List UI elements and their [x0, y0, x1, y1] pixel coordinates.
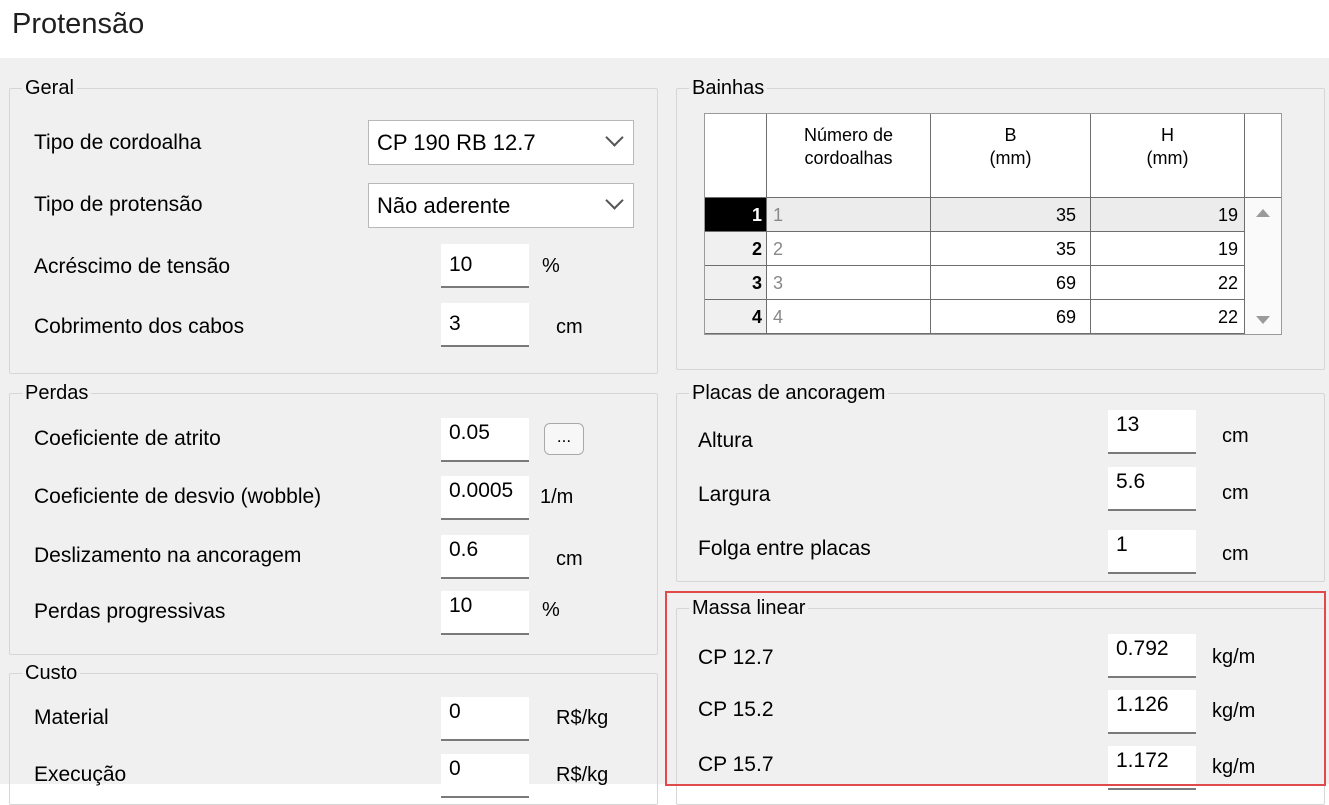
altura-input[interactable]: 13 — [1108, 410, 1196, 454]
execucao-input[interactable]: 0 — [441, 754, 529, 798]
altura-label: Altura — [698, 429, 753, 452]
cobrimento-unit: cm — [556, 316, 583, 338]
table-scrollbar[interactable] — [1245, 198, 1281, 334]
tipo-cordoalha-select[interactable]: CP 190 RB 12.7 — [368, 120, 634, 165]
cobrimento-label: Cobrimento dos cabos — [34, 315, 245, 338]
window-title: Protensão — [12, 8, 145, 40]
folga-label: Folga entre placas — [698, 537, 871, 560]
acrescimo-unit: % — [542, 255, 560, 277]
group-placas-legend: Placas de ancoragem — [689, 381, 889, 405]
cell-b-1[interactable]: 35 — [931, 198, 1091, 232]
execucao-unit: R$/kg — [556, 764, 609, 786]
cp152-unit: kg/m — [1212, 700, 1256, 722]
group-bainhas-legend: Bainhas — [689, 76, 768, 100]
cobrimento-input[interactable]: 3 — [441, 303, 529, 347]
cell-h-3[interactable]: 22 — [1091, 266, 1245, 300]
cell-h-2[interactable]: 19 — [1091, 232, 1245, 266]
cp127-label: CP 12.7 — [698, 646, 774, 669]
deslizamento-unit: cm — [556, 548, 583, 570]
cell-b-3[interactable]: 69 — [931, 266, 1091, 300]
tipo-protensao-label: Tipo de protensão — [34, 193, 203, 216]
cp157-label: CP 15.7 — [698, 753, 774, 776]
atrito-input[interactable]: 0.05 — [441, 418, 529, 462]
largura-label: Largura — [698, 483, 771, 506]
cell-num-1[interactable]: 1 — [767, 198, 931, 232]
cell-num-3[interactable]: 3 — [767, 266, 931, 300]
scroll-up-icon[interactable] — [1256, 209, 1270, 217]
wobble-unit: 1/m — [540, 486, 574, 508]
wobble-label: Coeficiente de desvio (wobble) — [34, 485, 322, 508]
altura-unit: cm — [1222, 425, 1249, 447]
tipo-cordoalha-label: Tipo de cordoalha — [34, 131, 202, 154]
column-header-h-line1: H — [1161, 125, 1174, 145]
cp157-input[interactable]: 1.172 — [1108, 746, 1196, 790]
chevron-down-icon — [605, 191, 624, 210]
progressivas-unit: % — [542, 599, 560, 621]
row-header-4[interactable]: 4 — [705, 300, 767, 334]
cp127-unit: kg/m — [1212, 646, 1256, 668]
group-geral-legend: Geral — [22, 76, 77, 100]
scroll-down-icon[interactable] — [1256, 316, 1270, 324]
acrescimo-input[interactable]: 10 — [441, 244, 529, 288]
cp152-label: CP 15.2 — [698, 698, 774, 721]
group-perdas-legend: Perdas — [22, 381, 92, 405]
group-custo-legend: Custo — [22, 661, 81, 685]
cp127-input[interactable]: 0.792 — [1108, 634, 1196, 678]
folga-input[interactable]: 1 — [1108, 530, 1196, 574]
column-header-num-line1: Número de — [803, 125, 894, 145]
execucao-label: Execução — [34, 763, 127, 786]
deslizamento-input[interactable]: 0.6 — [441, 535, 529, 579]
column-header-b-line1: B — [1004, 125, 1017, 145]
largura-input[interactable]: 5.6 — [1108, 467, 1196, 511]
column-header-num-line2: cordoalhas — [804, 148, 893, 168]
column-header-b-line2: (mm) — [989, 148, 1032, 168]
material-label: Material — [34, 706, 109, 729]
column-header-h[interactable]: H (mm) — [1091, 114, 1245, 198]
column-header-b[interactable]: B (mm) — [931, 114, 1091, 198]
row-header-3[interactable]: 3 — [705, 266, 767, 300]
cell-h-4[interactable]: 22 — [1091, 300, 1245, 334]
row-header-1[interactable]: 1 — [705, 198, 767, 232]
tipo-cordoalha-value: CP 190 RB 12.7 — [377, 130, 536, 155]
column-header-h-line2: (mm) — [1146, 148, 1189, 168]
wobble-input[interactable]: 0.0005 — [441, 476, 529, 520]
cp152-input[interactable]: 1.126 — [1108, 690, 1196, 734]
atrito-label: Coeficiente de atrito — [34, 427, 221, 450]
cell-num-2[interactable]: 2 — [767, 232, 931, 266]
cell-b-4[interactable]: 69 — [931, 300, 1091, 334]
tipo-protensao-select[interactable]: Não aderente — [368, 183, 634, 228]
progressivas-input[interactable]: 10 — [441, 591, 529, 635]
row-header-2[interactable]: 2 — [705, 232, 767, 266]
cell-num-4[interactable]: 4 — [767, 300, 931, 334]
tipo-protensao-value: Não aderente — [377, 193, 511, 218]
column-header-num[interactable]: Número de cordoalhas — [767, 114, 931, 198]
atrito-options-button[interactable]: ... — [544, 423, 584, 455]
material-unit: R$/kg — [556, 707, 609, 729]
cell-b-2[interactable]: 35 — [931, 232, 1091, 266]
cp157-unit: kg/m — [1212, 756, 1256, 778]
material-input[interactable]: 0 — [441, 697, 529, 741]
largura-unit: cm — [1222, 482, 1249, 504]
bainhas-table[interactable]: Número de cordoalhas B (mm) H (mm) 1 1 3… — [704, 113, 1282, 335]
folga-unit: cm — [1222, 543, 1249, 565]
cell-h-1[interactable]: 19 — [1091, 198, 1245, 232]
table-corner — [705, 114, 767, 198]
scrollbar-header — [1245, 114, 1281, 198]
group-massa-linear-legend: Massa linear — [689, 596, 809, 620]
chevron-down-icon — [605, 128, 624, 147]
acrescimo-label: Acréscimo de tensão — [34, 255, 231, 278]
title-bar: Protensão — [0, 0, 1329, 58]
progressivas-label: Perdas progressivas — [34, 600, 226, 623]
deslizamento-label: Deslizamento na ancoragem — [34, 544, 302, 567]
